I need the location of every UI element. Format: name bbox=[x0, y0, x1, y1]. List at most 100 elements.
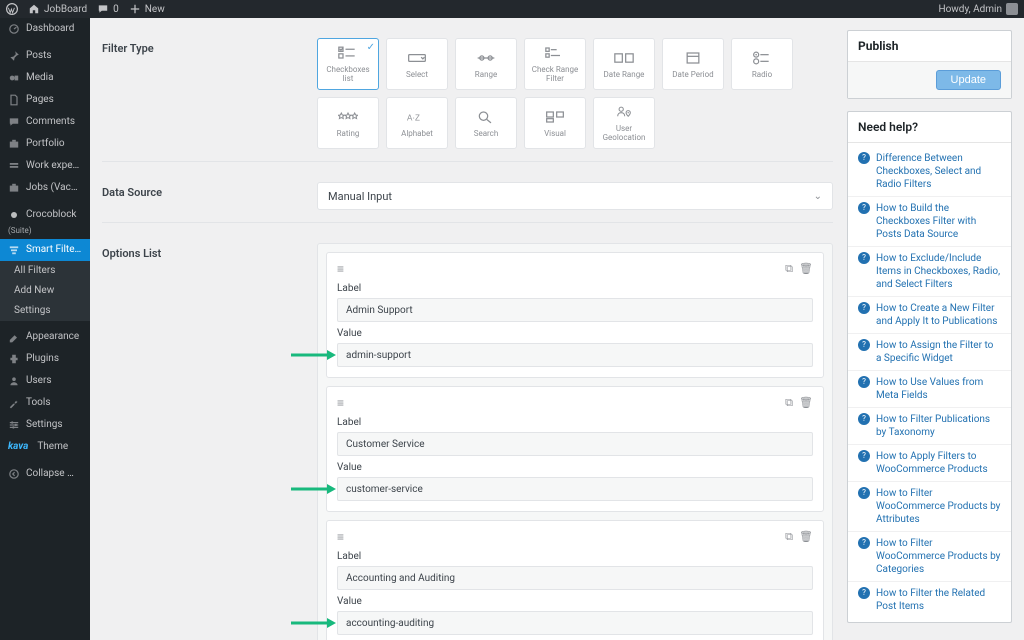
label-caption: Label bbox=[337, 417, 813, 428]
sidebar-item-smart-filters[interactable]: Smart Filters bbox=[0, 239, 90, 261]
option-card: ≡⧉🗑LabelAccounting and AuditingValueacco… bbox=[326, 520, 824, 640]
help-link[interactable]: Difference Between Checkboxes, Select an… bbox=[876, 152, 1001, 191]
help-link[interactable]: How to Build the Checkboxes Filter with … bbox=[876, 202, 1001, 241]
filter-type-alphabet[interactable]: A·ZAlphabet bbox=[386, 97, 448, 149]
sidebar-item-posts[interactable]: Posts bbox=[0, 45, 90, 67]
filter-type-search[interactable]: Search bbox=[455, 97, 517, 149]
help-link-item: ?How to Filter WooCommerce Products by C… bbox=[848, 532, 1011, 582]
sidebar-item-portfolio[interactable]: Portfolio bbox=[0, 133, 90, 155]
collapse-menu[interactable]: Collapse menu bbox=[0, 463, 90, 485]
appearance-icon bbox=[8, 331, 20, 343]
option-card: ≡⧉🗑LabelAdmin SupportValueadmin-support bbox=[326, 252, 824, 378]
new-label: New bbox=[145, 4, 165, 15]
value-input[interactable]: admin-support bbox=[337, 343, 813, 367]
update-button[interactable]: Update bbox=[936, 70, 1001, 90]
help-link[interactable]: How to Filter WooCommerce Products by At… bbox=[876, 487, 1001, 526]
filter-type-checkboxes[interactable]: ✓Checkboxes list bbox=[317, 38, 379, 90]
admin-sidebar: Dashboard Posts Media Pages Comments Por… bbox=[0, 18, 90, 640]
plugins-icon bbox=[8, 353, 20, 365]
section-label-data-source: Data Source bbox=[102, 182, 317, 199]
filter-type-label: Search bbox=[474, 130, 499, 139]
wp-logo[interactable] bbox=[6, 3, 18, 15]
label-input[interactable]: Customer Service bbox=[337, 432, 813, 456]
site-name: JobBoard bbox=[44, 4, 87, 15]
my-account[interactable]: Howdy, Admin bbox=[938, 3, 1018, 15]
duplicate-icon[interactable]: ⧉ bbox=[785, 530, 793, 544]
data-source-select[interactable]: Manual Input ⌄ bbox=[317, 182, 833, 210]
help-link[interactable]: How to Filter the Related Post Items bbox=[876, 587, 1001, 613]
alphabet-icon: A·Z bbox=[407, 108, 427, 126]
help-link[interactable]: How to Filter Publications by Taxonomy bbox=[876, 413, 1001, 439]
sidebar-item-media[interactable]: Media bbox=[0, 67, 90, 89]
sidebar-item-kava-theme[interactable]: kavaTheme bbox=[0, 436, 90, 458]
drag-handle-icon[interactable]: ≡ bbox=[337, 530, 344, 544]
admin-toolbar: JobBoard 0 New Howdy, Admin bbox=[0, 0, 1024, 18]
sidebar-item-dashboard[interactable]: Dashboard bbox=[0, 18, 90, 40]
sidebar-item-tools[interactable]: Tools bbox=[0, 392, 90, 414]
sidebar-subitem-add-new[interactable]: Add New bbox=[0, 281, 90, 301]
sidebar-item-appearance[interactable]: Appearance bbox=[0, 326, 90, 348]
sidebar-item-jobs[interactable]: Jobs (Vacancies) bbox=[0, 177, 90, 199]
label-input[interactable]: Admin Support bbox=[337, 298, 813, 322]
dashboard-icon bbox=[8, 23, 20, 35]
svg-text:A·Z: A·Z bbox=[407, 113, 420, 122]
sidebar-item-users[interactable]: Users bbox=[0, 370, 90, 392]
sidebar-item-plugins[interactable]: Plugins bbox=[0, 348, 90, 370]
delete-icon[interactable]: 🗑 bbox=[799, 262, 813, 276]
section-data-source: Data Source Manual Input ⌄ bbox=[102, 174, 833, 223]
filter-type-select[interactable]: Select bbox=[386, 38, 448, 90]
value-caption: Value bbox=[337, 596, 813, 607]
crocoblock-subtitle: (Suite) bbox=[0, 226, 90, 239]
value-input[interactable]: accounting-auditing bbox=[337, 611, 813, 635]
label-input[interactable]: Accounting and Auditing bbox=[337, 566, 813, 590]
sidebar-subitem-all-filters[interactable]: All Filters bbox=[0, 261, 90, 281]
sidebar-subitem-settings[interactable]: Settings bbox=[0, 301, 90, 321]
section-options-list: Options List ≡⧉🗑LabelAdmin SupportValuea… bbox=[102, 235, 833, 640]
help-link[interactable]: How to Exclude/Include Items in Checkbox… bbox=[876, 252, 1001, 291]
help-link[interactable]: How to Use Values from Meta Fields bbox=[876, 376, 1001, 402]
drag-handle-icon[interactable]: ≡ bbox=[337, 396, 344, 410]
search-icon bbox=[476, 108, 496, 126]
sidebar-item-work-experience[interactable]: Work experience bbox=[0, 155, 90, 177]
pin-icon bbox=[8, 50, 20, 62]
comment-icon bbox=[97, 3, 109, 15]
filter-type-range[interactable]: Range bbox=[455, 38, 517, 90]
filter-type-date-range[interactable]: Date Range bbox=[593, 38, 655, 90]
help-question-icon: ? bbox=[858, 376, 870, 388]
help-link-item: ?How to Build the Checkboxes Filter with… bbox=[848, 197, 1011, 247]
help-question-icon: ? bbox=[858, 152, 870, 164]
sidebar-item-settings[interactable]: Settings bbox=[0, 414, 90, 436]
sidebar-item-pages[interactable]: Pages bbox=[0, 89, 90, 111]
sidebar-item-comments[interactable]: Comments bbox=[0, 111, 90, 133]
help-link[interactable]: How to Apply Filters to WooCommerce Prod… bbox=[876, 450, 1001, 476]
delete-icon[interactable]: 🗑 bbox=[799, 530, 813, 544]
filter-type-date-period[interactable]: Date Period bbox=[662, 38, 724, 90]
help-question-icon: ? bbox=[858, 302, 870, 314]
filter-type-check-range[interactable]: Check Range Filter bbox=[524, 38, 586, 90]
filter-type-rating[interactable]: Rating bbox=[317, 97, 379, 149]
checkboxes-icon bbox=[338, 44, 358, 62]
media-icon bbox=[8, 72, 20, 84]
settings-icon bbox=[8, 419, 20, 431]
filter-type-visual[interactable]: Visual bbox=[524, 97, 586, 149]
sidebar-item-crocoblock[interactable]: Crocoblock bbox=[0, 204, 90, 226]
duplicate-icon[interactable]: ⧉ bbox=[785, 396, 793, 410]
help-link[interactable]: How to Create a New Filter and Apply It … bbox=[876, 302, 1001, 328]
filter-type-radio[interactable]: Radio bbox=[731, 38, 793, 90]
options-container: ≡ ⧉ 🗑 Label Admin Support Value admin-support ≡… bbox=[317, 243, 833, 640]
users-icon bbox=[8, 375, 20, 387]
comments-link[interactable]: 0 bbox=[97, 3, 119, 15]
rating-icon bbox=[338, 108, 358, 126]
filter-type-user-geo[interactable]: User Geolocation bbox=[593, 97, 655, 149]
filter-type-label: Range bbox=[475, 71, 497, 80]
help-question-icon: ? bbox=[858, 413, 870, 425]
delete-icon[interactable]: 🗑 bbox=[799, 396, 813, 410]
new-content-link[interactable]: New bbox=[129, 3, 165, 15]
site-name-link[interactable]: JobBoard bbox=[28, 3, 87, 15]
help-link[interactable]: How to Assign the Filter to a Specific W… bbox=[876, 339, 1001, 365]
value-input[interactable]: customer-service bbox=[337, 477, 813, 501]
help-link[interactable]: How to Filter WooCommerce Products by Ca… bbox=[876, 537, 1001, 576]
duplicate-icon[interactable]: ⧉ bbox=[785, 262, 793, 276]
help-link-item: ?How to Assign the Filter to a Specific … bbox=[848, 334, 1011, 371]
drag-handle-icon[interactable]: ≡ bbox=[337, 262, 344, 276]
